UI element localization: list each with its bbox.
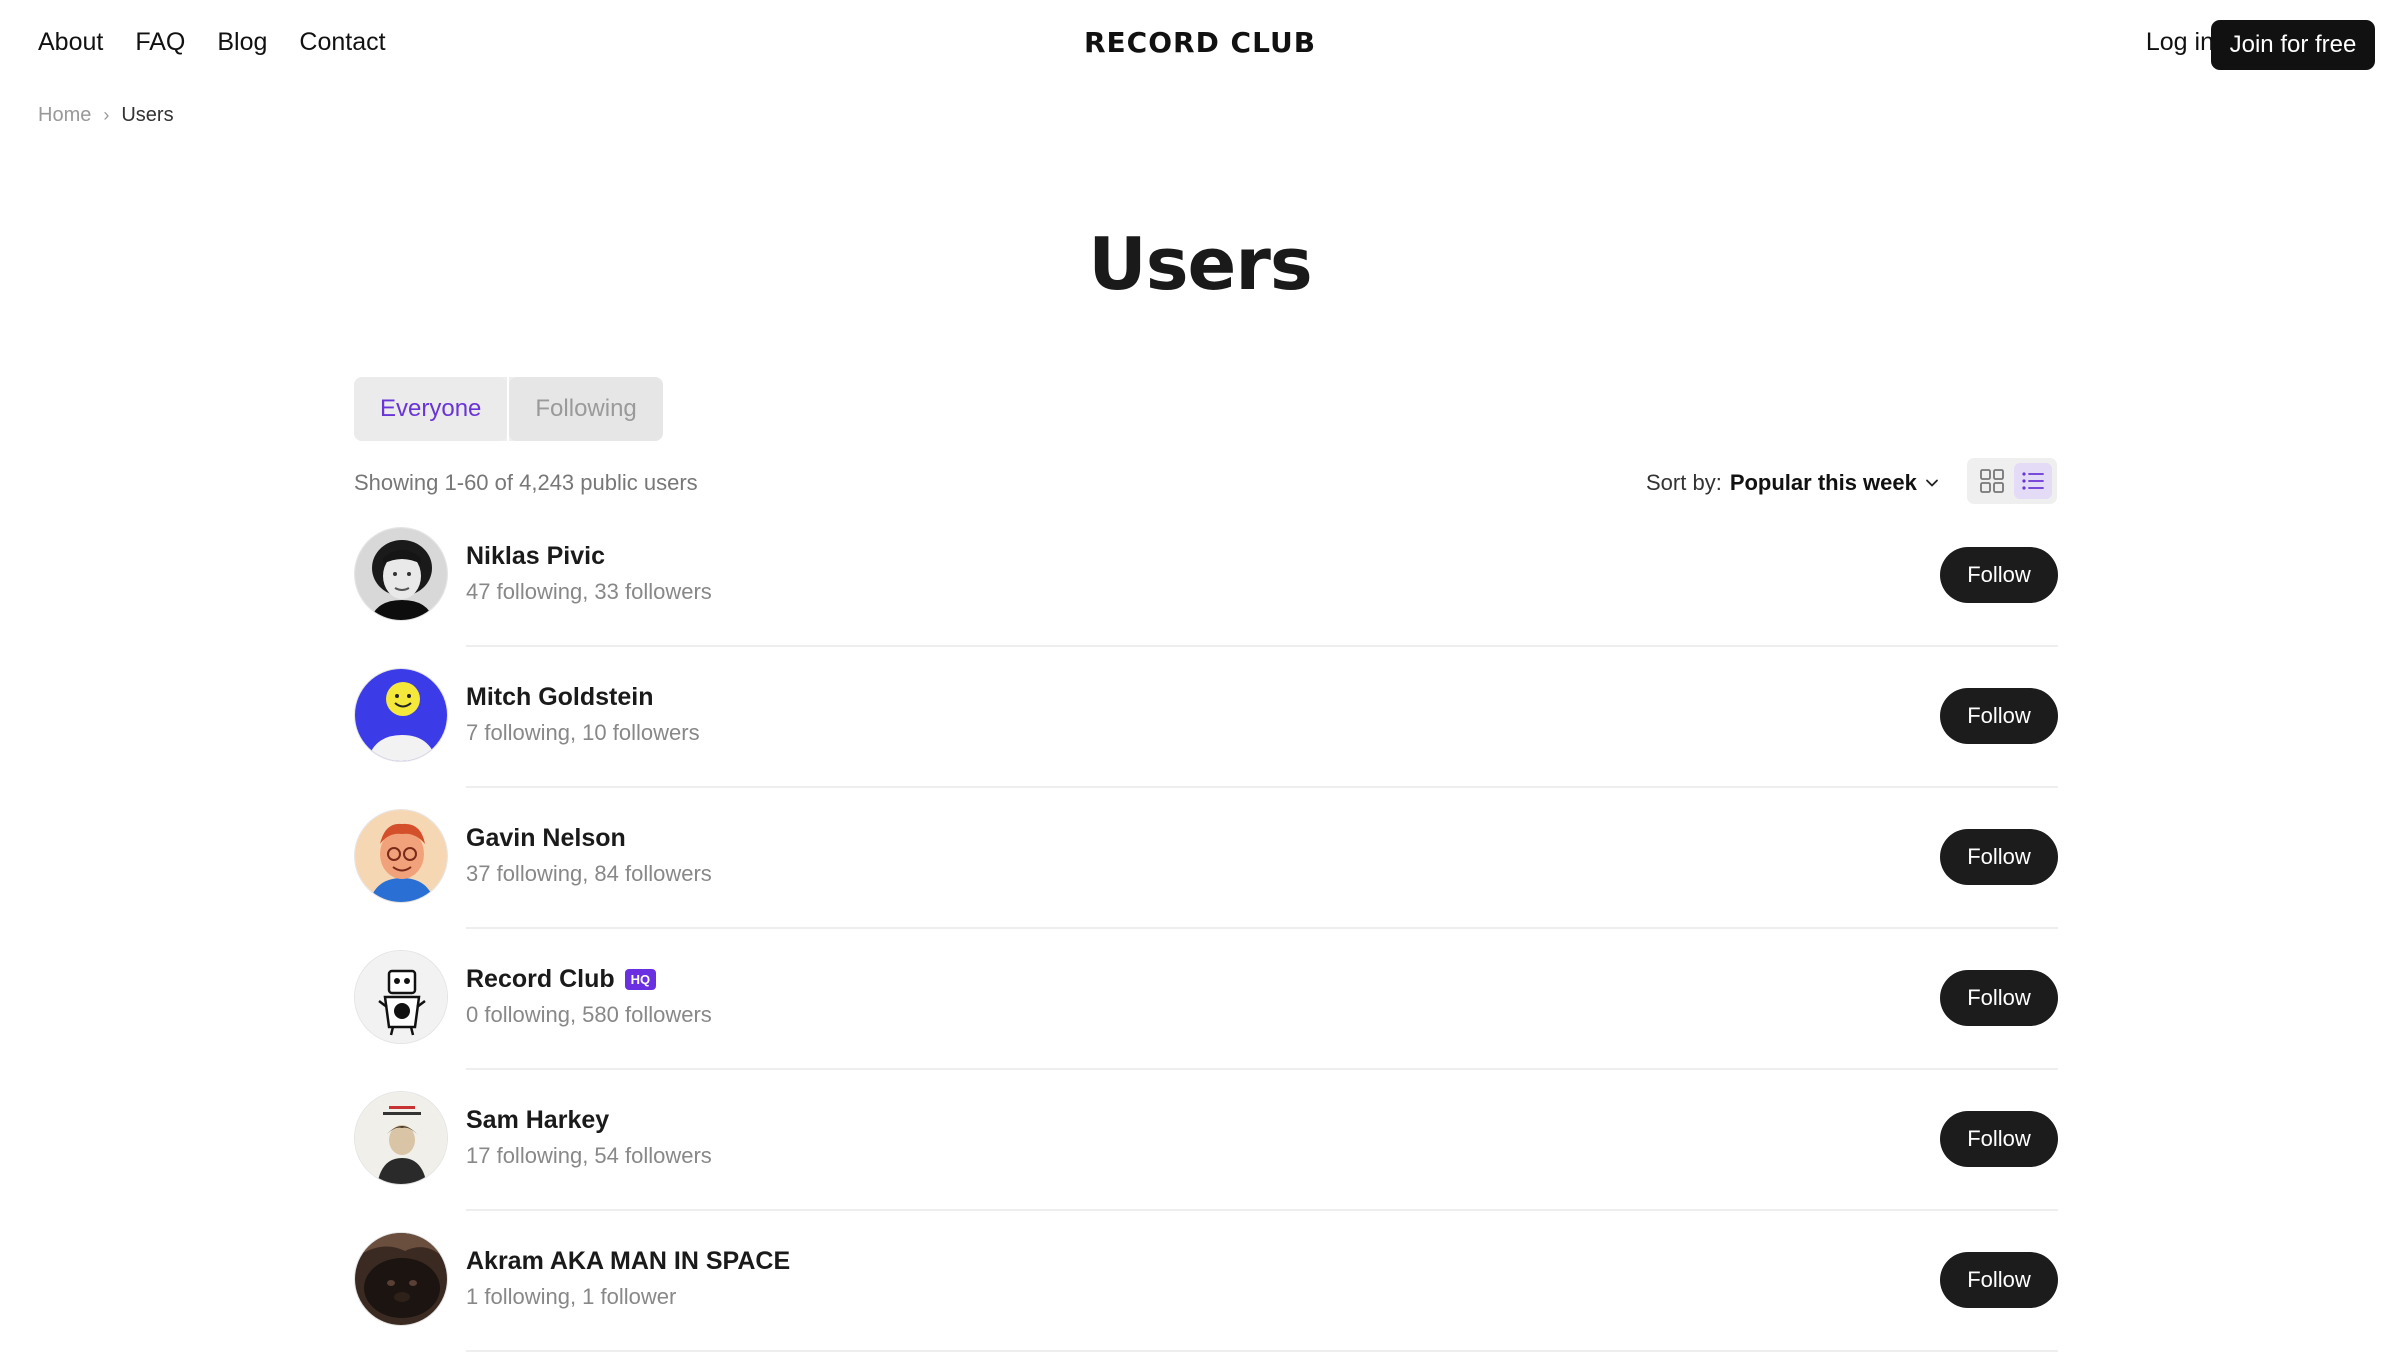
breadcrumb-home[interactable]: Home [38,104,91,127]
avatar[interactable] [354,527,448,621]
login-link[interactable]: Log in [2146,28,2214,57]
avatar[interactable] [354,809,448,903]
avatar[interactable] [354,950,448,1044]
avatar[interactable] [354,1091,448,1185]
sort-dropdown[interactable]: Sort by: Popular this week [1646,470,1939,496]
page-title: Users [1088,222,1313,306]
results-count: Showing 1-60 of 4,243 public users [354,470,698,495]
dark-animal-icon [355,1233,447,1325]
portrait-bw-icon [355,528,447,620]
cartoon-avatar-icon [355,810,447,902]
user-name-text: Akram AKA MAN IN SPACE [466,1247,791,1275]
list-view-button[interactable] [2013,463,2052,499]
avatar[interactable] [354,1232,448,1326]
list-icon [2021,472,2044,490]
divider [466,927,2058,929]
user-stats: 0 following, 580 followers [466,1002,712,1027]
user-row: Sam Harkey 17 following, 54 followers Fo… [354,1089,2058,1230]
breadcrumb-current: Users [121,104,174,126]
user-name[interactable]: Akram AKA MAN IN SPACE [466,1247,790,1276]
sort-label: Sort by: [1646,470,1722,495]
follow-button[interactable]: Follow [1940,970,2058,1026]
chevron-right-icon: › [103,105,110,125]
user-stats: 7 following, 10 followers [466,720,700,745]
avatar[interactable] [354,668,448,762]
record-mascot-icon [355,951,447,1043]
follow-button[interactable]: Follow [1940,547,2058,603]
grid-view-button[interactable] [1973,463,2011,499]
user-row: Gavin Nelson 37 following, 84 followers … [354,807,2058,948]
grid-icon [1979,469,2004,493]
divider [466,786,2058,788]
divider [466,1068,2058,1070]
tab-following[interactable]: Following [509,377,663,441]
user-row: Akram AKA MAN IN SPACE 1 following, 1 fo… [354,1230,2058,1371]
user-stats: 17 following, 54 followers [466,1143,712,1168]
hq-badge: HQ [624,969,657,990]
user-name-text: Mitch Goldstein [466,683,654,711]
divider [466,645,2058,647]
user-name-text: Sam Harkey [466,1106,610,1134]
user-stats: 1 following, 1 follower [466,1284,677,1309]
user-row: Mitch Goldstein 7 following, 10 follower… [354,666,2058,807]
chevron-down-icon [1925,479,1938,487]
join-button[interactable]: Join for free [2211,20,2375,70]
poster-portrait-icon [355,1092,447,1184]
tab-everyone[interactable]: Everyone [354,377,508,441]
user-list: Niklas Pivic 47 following, 33 followers … [354,525,2058,1371]
follow-button[interactable]: Follow [1940,1252,2058,1308]
top-navigation: About FAQ Blog Contact RECORD CLUB Log i… [0,0,2400,90]
user-filter-tabs: Everyone Following [354,377,663,441]
smiley-avatar-icon [355,669,447,761]
user-name[interactable]: Record Club HQ [466,965,657,994]
divider [466,1350,2058,1352]
user-stats: 37 following, 84 followers [466,861,712,886]
user-name[interactable]: Mitch Goldstein [466,683,654,712]
view-toggle [1967,458,2057,504]
breadcrumb: Home › Users [38,104,174,127]
user-name[interactable]: Niklas Pivic [466,542,605,571]
site-logo[interactable]: RECORD CLUB [0,26,2400,59]
follow-button[interactable]: Follow [1940,829,2058,885]
user-row: Record Club HQ 0 following, 580 follower… [354,948,2058,1089]
follow-button[interactable]: Follow [1940,688,2058,744]
user-row: Niklas Pivic 47 following, 33 followers … [354,525,2058,666]
user-name[interactable]: Sam Harkey [466,1106,609,1135]
follow-button[interactable]: Follow [1940,1111,2058,1167]
user-stats: 47 following, 33 followers [466,579,712,604]
user-name-text: Record Club [466,965,615,993]
divider [466,1209,2058,1211]
user-name-text: Gavin Nelson [466,824,626,852]
sort-value: Popular this week [1729,470,1917,495]
user-name[interactable]: Gavin Nelson [466,824,626,853]
user-name-text: Niklas Pivic [466,542,605,570]
